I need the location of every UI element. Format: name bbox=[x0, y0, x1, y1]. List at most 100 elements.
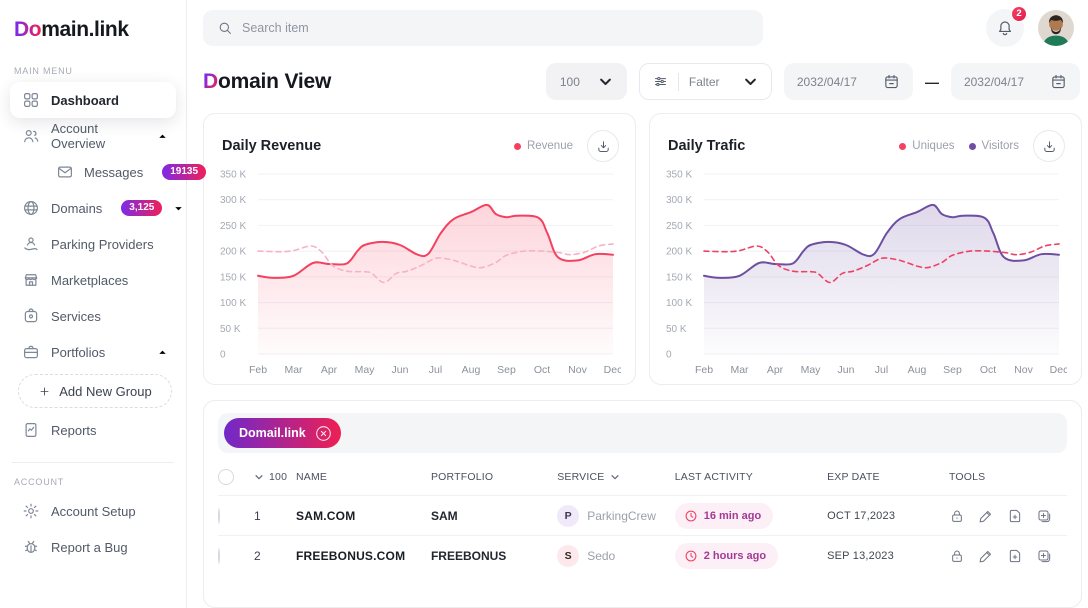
svg-text:Jun: Jun bbox=[392, 364, 409, 376]
search-icon bbox=[217, 20, 233, 36]
download-icon bbox=[1042, 139, 1057, 154]
svg-text:Oct: Oct bbox=[980, 364, 996, 376]
table-row[interactable]: 2 FREEBONUS.COM FREEBONUS S Sedo 2 hours… bbox=[218, 535, 1067, 575]
filter-dropdown[interactable]: Falter bbox=[639, 63, 772, 100]
row-number: 2 bbox=[254, 549, 296, 563]
legend-visitors: Visitors bbox=[969, 140, 1020, 152]
sidebar-item-portfolios[interactable]: Portfolios bbox=[10, 334, 176, 370]
add-new-group-button[interactable]: Add New Group bbox=[18, 374, 172, 408]
svg-text:Mar: Mar bbox=[284, 364, 303, 376]
svg-text:Dec: Dec bbox=[604, 364, 621, 376]
sidebar-item-report-bug[interactable]: Report a Bug bbox=[10, 529, 176, 565]
sidebar-item-parking-providers[interactable]: Parking Providers bbox=[10, 226, 176, 262]
svg-text:150 K: 150 K bbox=[666, 272, 692, 283]
lock-icon[interactable] bbox=[949, 508, 965, 524]
page-size-select[interactable]: 100 bbox=[546, 63, 627, 100]
sidebar-item-domains[interactable]: Domains 3,125 bbox=[10, 190, 176, 226]
service-name: ParkingCrew bbox=[587, 509, 656, 523]
chevron-down-icon bbox=[743, 74, 758, 89]
svg-text:250 K: 250 K bbox=[220, 221, 246, 232]
notifications-button[interactable]: 2 bbox=[986, 9, 1024, 47]
chart-header: Daily Revenue Revenue bbox=[218, 128, 621, 162]
svg-text:200 K: 200 K bbox=[220, 247, 246, 258]
main-content: 2 Domain View 100 Falter 2032/04/17 bbox=[187, 0, 1088, 608]
file-add-icon[interactable] bbox=[1007, 508, 1023, 524]
svg-text:350 K: 350 K bbox=[220, 170, 246, 181]
duplicate-add-icon[interactable] bbox=[1036, 508, 1052, 524]
exp-date: SEP 13,2023 bbox=[827, 550, 949, 562]
service-name: Sedo bbox=[587, 549, 615, 563]
filter-tag[interactable]: Domail.link bbox=[224, 418, 341, 448]
main-menu-label: MAIN MENU bbox=[14, 66, 176, 76]
select-all-checkbox[interactable] bbox=[218, 469, 234, 485]
svg-text:Feb: Feb bbox=[695, 364, 713, 376]
svg-text:100 K: 100 K bbox=[666, 298, 692, 309]
gear-icon bbox=[22, 502, 40, 520]
user-avatar[interactable] bbox=[1038, 10, 1074, 46]
service-initial-badge: S bbox=[557, 545, 579, 567]
svg-text:Jul: Jul bbox=[875, 364, 888, 376]
column-name[interactable]: NAME bbox=[296, 471, 431, 483]
service-cell: S Sedo bbox=[557, 545, 675, 567]
legend-uniques: Uniques bbox=[899, 140, 954, 152]
svg-text:50 K: 50 K bbox=[666, 324, 687, 335]
sidebar-item-messages[interactable]: Messages 19135 bbox=[10, 154, 176, 190]
close-icon[interactable] bbox=[314, 424, 333, 443]
last-activity-cell: 2 hours ago bbox=[675, 543, 827, 569]
page-title: Domain View bbox=[203, 70, 331, 94]
sidebar-item-marketplaces[interactable]: Marketplaces bbox=[10, 262, 176, 298]
column-portfolio[interactable]: PORTFOLIO bbox=[431, 471, 557, 483]
chevron-down-icon bbox=[610, 472, 620, 482]
row-number: 1 bbox=[254, 509, 296, 523]
download-chart-button[interactable] bbox=[587, 130, 619, 162]
legend-dot bbox=[969, 143, 976, 150]
sidebar-item-account-overview[interactable]: Account Overview bbox=[10, 118, 176, 154]
bug-icon bbox=[22, 538, 40, 556]
column-exp-date[interactable]: EXP DATE bbox=[827, 471, 949, 483]
sidebar-item-reports[interactable]: Reports bbox=[10, 412, 176, 448]
sidebar: Domain.link MAIN MENU Dashboard Account … bbox=[0, 0, 187, 608]
clock-icon bbox=[684, 509, 698, 523]
messages-count-badge: 19135 bbox=[162, 164, 206, 180]
sidebar-item-account-setup[interactable]: Account Setup bbox=[10, 493, 176, 529]
column-last-activity[interactable]: LAST ACTIVITY bbox=[675, 471, 827, 483]
table-row[interactable]: 1 SAM.COM SAM P ParkingCrew 16 min ago O… bbox=[218, 495, 1067, 535]
last-activity-cell: 16 min ago bbox=[675, 503, 827, 529]
sidebar-item-label: Domains bbox=[51, 201, 102, 216]
charts-row: Daily Revenue Revenue 350 K300 K250 K200… bbox=[203, 113, 1082, 385]
date-from-picker[interactable]: 2032/04/17 bbox=[784, 63, 913, 100]
sidebar-item-services[interactable]: Services bbox=[10, 298, 176, 334]
chevron-up-icon bbox=[157, 131, 168, 142]
edit-icon[interactable] bbox=[978, 508, 994, 524]
account-section-label: ACCOUNT bbox=[14, 477, 176, 487]
file-add-icon[interactable] bbox=[1007, 548, 1023, 564]
row-checkbox[interactable] bbox=[218, 548, 220, 564]
svg-text:Oct: Oct bbox=[534, 364, 550, 376]
sidebar-item-label: Messages bbox=[84, 165, 143, 180]
sidebar-item-dashboard[interactable]: Dashboard bbox=[10, 82, 176, 118]
service-initial-badge: P bbox=[557, 505, 579, 527]
row-tools bbox=[949, 508, 1067, 524]
parking-providers-icon bbox=[22, 235, 40, 253]
duplicate-add-icon[interactable] bbox=[1036, 548, 1052, 564]
svg-text:May: May bbox=[801, 364, 822, 376]
column-count[interactable]: 100 bbox=[254, 471, 296, 483]
calendar-icon bbox=[883, 73, 900, 90]
lock-icon[interactable] bbox=[949, 548, 965, 564]
sidebar-item-label: Marketplaces bbox=[51, 273, 128, 288]
sidebar-item-label: Account Overview bbox=[51, 121, 146, 151]
report-icon bbox=[22, 421, 40, 439]
svg-text:Sep: Sep bbox=[943, 364, 962, 376]
daily-trafic-chart: 350 K300 K250 K200 K150 K100 K50 K0FebMa… bbox=[664, 164, 1067, 385]
row-checkbox[interactable] bbox=[218, 508, 220, 524]
legend-dot bbox=[899, 143, 906, 150]
search-input[interactable] bbox=[242, 21, 749, 35]
column-service[interactable]: SERVICE bbox=[557, 471, 675, 483]
edit-icon[interactable] bbox=[978, 548, 994, 564]
search-bar[interactable] bbox=[203, 10, 763, 46]
page-size-value: 100 bbox=[560, 75, 580, 89]
daily-trafic-card: Daily Trafic Uniques Visitors 350 K300 K… bbox=[649, 113, 1082, 385]
download-chart-button[interactable] bbox=[1033, 130, 1065, 162]
chart-title: Daily Revenue bbox=[222, 138, 321, 154]
date-to-picker[interactable]: 2032/04/17 bbox=[951, 63, 1080, 100]
